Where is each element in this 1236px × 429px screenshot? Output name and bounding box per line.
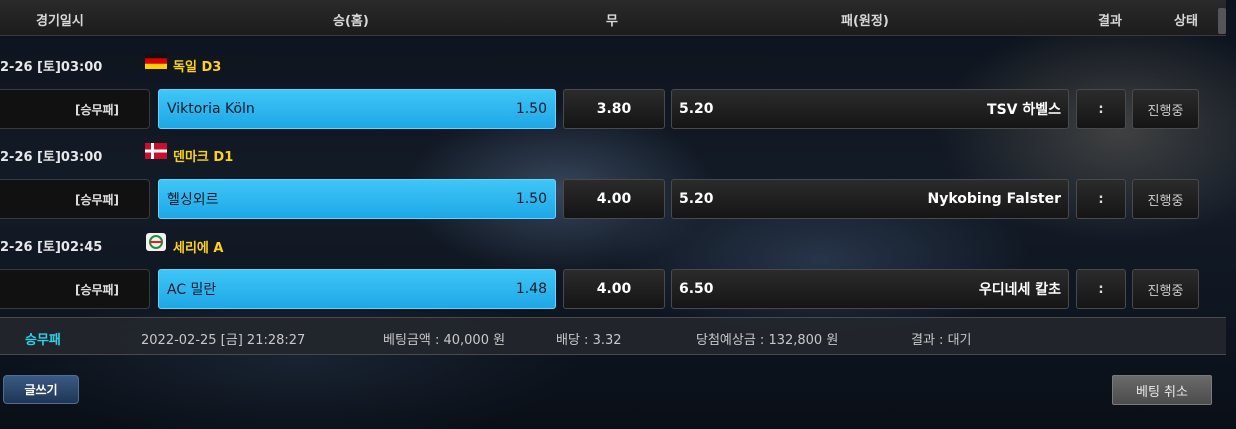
draw-odds-button[interactable]: 3.80 bbox=[563, 89, 665, 129]
home-odds: 1.50 bbox=[515, 101, 547, 117]
match-result: : bbox=[1076, 179, 1126, 219]
league-name: 독일 D3 bbox=[173, 60, 222, 75]
match-result: : bbox=[1076, 269, 1126, 309]
away-team-name: TSV 하벨스 bbox=[987, 102, 1061, 118]
bet-summary-row: 승무패 2022-02-25 [금] 21:28:27 베팅금액 : 40,00… bbox=[0, 317, 1226, 355]
home-odds-button[interactable]: Viktoria Köln 1.50 bbox=[158, 89, 556, 129]
summary-odds: 배당 : 3.32 bbox=[556, 333, 622, 348]
away-odds: 5.20 bbox=[679, 101, 714, 117]
home-team-name: 헬싱외르 bbox=[167, 192, 219, 208]
header-result: 결과 bbox=[1098, 14, 1122, 29]
away-team-name: Nykobing Falster bbox=[927, 191, 1062, 207]
league-label: 덴마크 D1 bbox=[145, 143, 234, 165]
serie-a-logo-icon bbox=[146, 233, 166, 251]
away-odds-button[interactable]: 5.20 TSV 하벨스 bbox=[671, 89, 1069, 129]
header-home: 승(홈) bbox=[333, 14, 369, 29]
bet-type-label: [승무패] bbox=[0, 269, 150, 309]
header-status: 상태 bbox=[1174, 14, 1198, 29]
summary-bet-type: 승무패 bbox=[25, 333, 61, 348]
league-label: 독일 D3 bbox=[145, 53, 222, 75]
home-team-name: Viktoria Köln bbox=[167, 101, 255, 117]
league-label: 세리에 A bbox=[145, 233, 224, 256]
draw-odds-button[interactable]: 4.00 bbox=[563, 269, 665, 309]
home-odds-button[interactable]: 헬싱외르 1.50 bbox=[158, 179, 556, 219]
germany-flag-icon bbox=[145, 53, 167, 69]
summary-expected-win: 당첨예상금 : 132,800 원 bbox=[696, 333, 839, 348]
match-datetime: 2-26 [토]02:45 bbox=[0, 240, 103, 255]
away-odds-button[interactable]: 5.20 Nykobing Falster bbox=[671, 179, 1069, 219]
match-status: 진행중 bbox=[1132, 89, 1199, 129]
summary-datetime: 2022-02-25 [금] 21:28:27 bbox=[141, 333, 306, 348]
header-away: 패(원정) bbox=[841, 14, 889, 29]
draw-odds-button[interactable]: 4.00 bbox=[563, 179, 665, 219]
away-odds: 6.50 bbox=[679, 281, 714, 297]
cancel-bet-button[interactable]: 베팅 취소 bbox=[1112, 375, 1212, 405]
summary-result: 결과 : 대기 bbox=[911, 333, 972, 348]
bet-type-label: [승무패] bbox=[0, 179, 150, 219]
home-team-name: AC 밀란 bbox=[167, 282, 217, 298]
home-odds: 1.50 bbox=[515, 191, 547, 207]
header-draw: 무 bbox=[606, 14, 618, 29]
summary-bet-amount: 베팅금액 : 40,000 원 bbox=[383, 333, 506, 348]
home-odds-button[interactable]: AC 밀란 1.48 bbox=[158, 269, 556, 309]
table-header: 경기일시 승(홈) 무 패(원정) 결과 상태 bbox=[0, 0, 1226, 36]
league-name: 덴마크 D1 bbox=[173, 150, 234, 165]
away-team-name: 우디네세 칼초 bbox=[978, 282, 1061, 298]
match-result: : bbox=[1076, 89, 1126, 129]
home-odds: 1.48 bbox=[515, 281, 547, 297]
scrollbar-thumb[interactable] bbox=[1218, 8, 1226, 34]
match-status: 진행중 bbox=[1132, 269, 1199, 309]
bet-type-label: [승무패] bbox=[0, 89, 150, 129]
write-button[interactable]: 글쓰기 bbox=[3, 375, 79, 404]
match-status: 진행중 bbox=[1132, 179, 1199, 219]
away-odds: 5.20 bbox=[679, 191, 714, 207]
away-odds-button[interactable]: 6.50 우디네세 칼초 bbox=[671, 269, 1069, 309]
match-datetime: 2-26 [토]03:00 bbox=[0, 150, 103, 165]
header-date: 경기일시 bbox=[36, 14, 84, 29]
match-datetime: 2-26 [토]03:00 bbox=[0, 60, 103, 75]
league-name: 세리에 A bbox=[173, 241, 224, 256]
denmark-flag-icon bbox=[145, 143, 167, 159]
